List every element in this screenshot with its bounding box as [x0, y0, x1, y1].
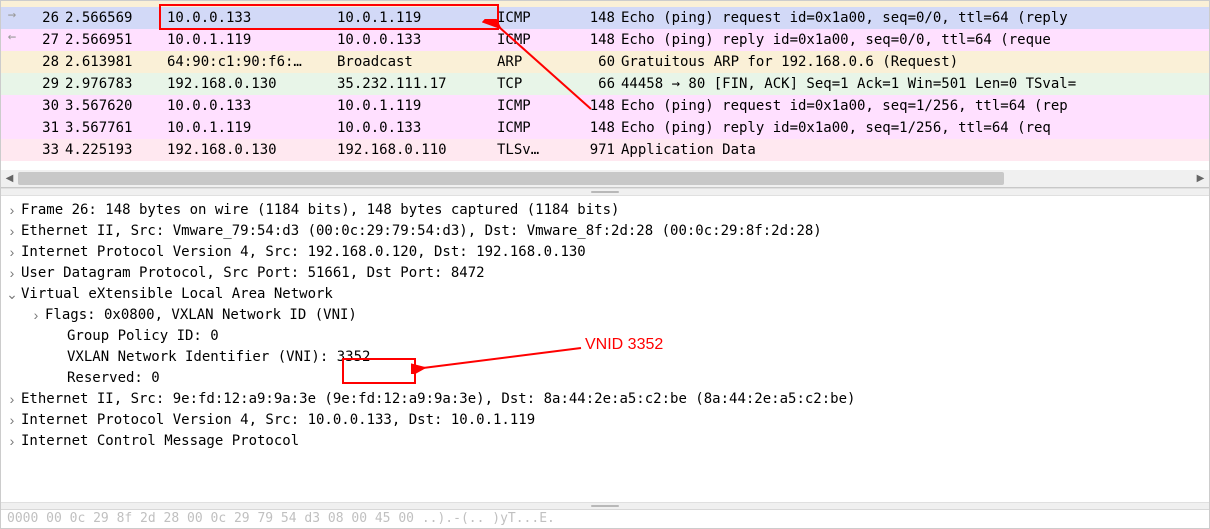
packet-num: 29 [1, 73, 63, 95]
packet-destination: 35.232.111.17 [335, 73, 495, 95]
packet-destination: 10.0.0.133 [335, 29, 495, 51]
packet-destination: Broadcast [335, 51, 495, 73]
packet-protocol: ICMP [495, 7, 567, 29]
packet-info: Echo (ping) request id=0x1a00, seq=0/0, … [619, 7, 1209, 29]
packet-time: 2.976783 [63, 73, 165, 95]
bytes-pane-preview: 0000 00 0c 29 8f 2d 28 00 0c 29 79 54 d3… [1, 509, 1209, 528]
packet-num: 33 [1, 139, 63, 161]
expand-icon[interactable]: › [29, 305, 43, 326]
packet-destination: 10.0.0.133 [335, 117, 495, 139]
expand-icon[interactable]: › [5, 431, 19, 452]
packet-length: 60 [567, 51, 619, 73]
packet-source: 10.0.1.119 [165, 29, 335, 51]
packet-direction-icon: ← [1, 29, 23, 45]
packet-row[interactable]: 282.61398164:90:c1:90:f6:…BroadcastARP60… [1, 51, 1209, 73]
scroll-left-icon[interactable]: ◀ [1, 170, 18, 187]
packet-length: 148 [567, 29, 619, 51]
packet-num: 28 [1, 51, 63, 73]
packet-row[interactable]: 292.976783192.168.0.13035.232.111.17TCP6… [1, 73, 1209, 95]
packet-length: 148 [567, 95, 619, 117]
packet-protocol: TCP [495, 73, 567, 95]
packet-details-pane[interactable]: ›Frame 26: 148 bytes on wire (1184 bits)… [1, 196, 1209, 454]
scrollbar-thumb[interactable] [18, 172, 1004, 185]
packet-info: Application Data [619, 139, 1209, 161]
collapse-icon[interactable]: ⌄ [5, 284, 19, 305]
packet-list-pane[interactable]: 251.7499849a:37:5a:8a:88:…BroadcastARP60… [1, 1, 1209, 188]
pane-splitter[interactable] [1, 188, 1209, 196]
packet-num: 31 [1, 117, 63, 139]
packet-protocol: ICMP [495, 117, 567, 139]
packet-time: 2.613981 [63, 51, 165, 73]
packet-source: 10.0.1.119 [165, 117, 335, 139]
packet-time: 2.566951 [63, 29, 165, 51]
packet-protocol: ICMP [495, 29, 567, 51]
expand-icon[interactable]: › [5, 200, 19, 221]
packet-list-scrollbar[interactable]: ◀ ▶ [1, 170, 1209, 187]
tree-vxlan-vni[interactable]: VXLAN Network Identifier (VNI): 3352 [3, 347, 1207, 368]
tree-ip-inner[interactable]: ›Internet Protocol Version 4, Src: 10.0.… [3, 410, 1207, 431]
packet-destination: 192.168.0.110 [335, 139, 495, 161]
packet-length: 66 [567, 73, 619, 95]
packet-length: 148 [567, 117, 619, 139]
packet-row[interactable]: 334.225193192.168.0.130192.168.0.110TLSv… [1, 139, 1209, 161]
expand-icon[interactable]: › [5, 410, 19, 431]
packet-num: 30 [1, 95, 63, 117]
packet-row[interactable]: 303.56762010.0.0.13310.0.1.119ICMP148Ech… [1, 95, 1209, 117]
tree-vxlan-flags[interactable]: ›Flags: 0x0800, VXLAN Network ID (VNI) [3, 305, 1207, 326]
packet-source: 192.168.0.130 [165, 139, 335, 161]
scrollbar-track[interactable] [18, 170, 1192, 187]
packet-info: Gratuitous ARP for 192.168.0.6 (Request) [619, 51, 1209, 73]
packet-destination: 10.0.1.119 [335, 95, 495, 117]
packet-source: 10.0.0.133 [165, 7, 335, 29]
tree-eth-outer[interactable]: ›Ethernet II, Src: Vmware_79:54:d3 (00:0… [3, 221, 1207, 242]
packet-destination: 10.0.1.119 [335, 7, 495, 29]
packet-source: 192.168.0.130 [165, 73, 335, 95]
tree-eth-inner[interactable]: ›Ethernet II, Src: 9e:fd:12:a9:9a:3e (9e… [3, 389, 1207, 410]
packet-protocol: ARP [495, 51, 567, 73]
tree-icmp[interactable]: ›Internet Control Message Protocol [3, 431, 1207, 452]
packet-direction-icon: → [1, 7, 23, 23]
expand-icon[interactable]: › [5, 263, 19, 284]
expand-icon[interactable]: › [5, 221, 19, 242]
packet-info: Echo (ping) request id=0x1a00, seq=1/256… [619, 95, 1209, 117]
packet-time: 3.567620 [63, 95, 165, 117]
tree-frame[interactable]: ›Frame 26: 148 bytes on wire (1184 bits)… [3, 200, 1207, 221]
packet-info: Echo (ping) reply id=0x1a00, seq=0/0, tt… [619, 29, 1209, 51]
packet-length: 148 [567, 7, 619, 29]
packet-source: 64:90:c1:90:f6:… [165, 51, 335, 73]
expand-icon[interactable]: › [5, 242, 19, 263]
tree-ip-outer[interactable]: ›Internet Protocol Version 4, Src: 192.1… [3, 242, 1207, 263]
packet-length: 971 [567, 139, 619, 161]
packet-info: Echo (ping) reply id=0x1a00, seq=1/256, … [619, 117, 1209, 139]
scroll-right-icon[interactable]: ▶ [1192, 170, 1209, 187]
packet-row[interactable]: 272.56695110.0.1.11910.0.0.133ICMP148Ech… [1, 29, 1209, 51]
packet-protocol: ICMP [495, 95, 567, 117]
expand-icon[interactable]: › [5, 389, 19, 410]
packet-row[interactable]: 313.56776110.0.1.11910.0.0.133ICMP148Ech… [1, 117, 1209, 139]
tree-vxlan-reserved[interactable]: Reserved: 0 [3, 368, 1207, 389]
tree-vxlan[interactable]: ⌄Virtual eXtensible Local Area Network [3, 284, 1207, 305]
packet-time: 4.225193 [63, 139, 165, 161]
tree-udp[interactable]: ›User Datagram Protocol, Src Port: 51661… [3, 263, 1207, 284]
packet-source: 10.0.0.133 [165, 95, 335, 117]
packet-time: 2.566569 [63, 7, 165, 29]
packet-protocol: TLSv… [495, 139, 567, 161]
packet-info: 44458 → 80 [FIN, ACK] Seq=1 Ack=1 Win=50… [619, 73, 1209, 95]
packet-time: 3.567761 [63, 117, 165, 139]
tree-vxlan-gpid[interactable]: Group Policy ID: 0 [3, 326, 1207, 347]
packet-row[interactable]: 262.56656910.0.0.13310.0.1.119ICMP148Ech… [1, 7, 1209, 29]
